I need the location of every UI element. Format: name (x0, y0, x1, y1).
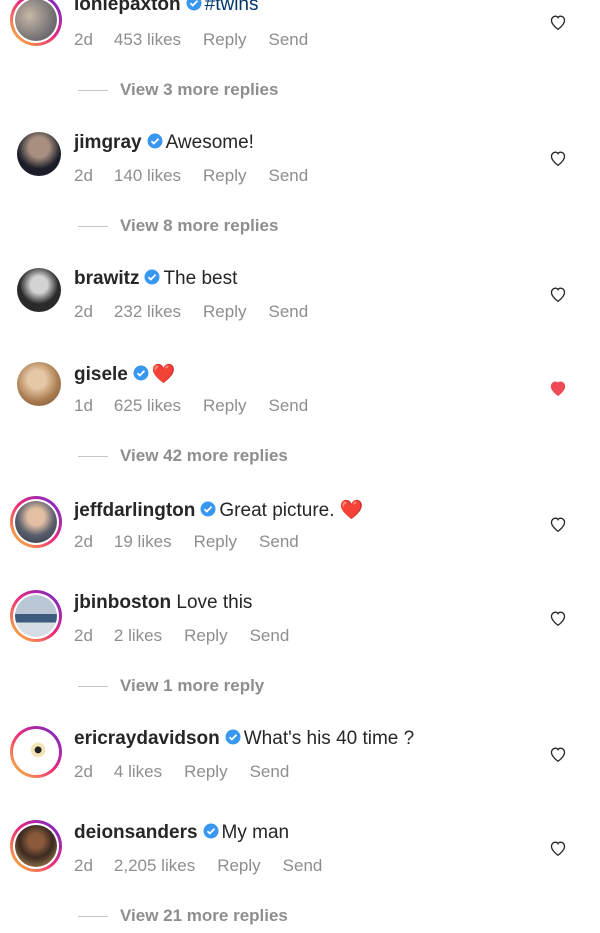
comment-username[interactable]: jeffdarlington (74, 500, 195, 521)
verified-badge-icon (186, 0, 202, 11)
likes-count[interactable]: 2,205 likes (114, 856, 195, 875)
comment-text[interactable]: #twins (205, 0, 259, 15)
comment-text[interactable]: The best (163, 268, 237, 289)
verified-badge-icon (225, 729, 241, 745)
like-heart-icon[interactable] (549, 14, 567, 30)
verified-badge-icon (203, 823, 219, 839)
send-button[interactable]: Send (269, 166, 309, 185)
avatar[interactable] (17, 362, 61, 406)
like-heart-icon[interactable] (549, 610, 567, 626)
send-button[interactable]: Send (250, 626, 290, 645)
avatar[interactable] (17, 132, 61, 176)
comment-text[interactable]: My man (222, 822, 290, 843)
comment-age: 2d (74, 30, 93, 49)
comment-username[interactable]: gisele (74, 364, 128, 385)
comment-text[interactable]: Great picture. ❤️ (219, 500, 363, 521)
send-button[interactable]: Send (269, 396, 309, 415)
like-heart-icon[interactable] (549, 840, 567, 856)
avatar[interactable] (17, 268, 61, 312)
verified-badge-icon (200, 501, 216, 517)
avatar[interactable] (10, 820, 62, 872)
comment-username[interactable]: jimgray (74, 132, 142, 153)
comment-age: 2d (74, 856, 93, 875)
likes-count[interactable]: 232 likes (114, 302, 181, 321)
avatar[interactable] (10, 590, 62, 642)
comment-username[interactable]: jbinboston (74, 592, 171, 613)
reply-button[interactable]: Reply (194, 532, 237, 551)
comment-text[interactable]: What's his 40 time ? (244, 728, 414, 749)
comment-age: 2d (74, 626, 93, 645)
send-button[interactable]: Send (269, 30, 309, 49)
likes-count[interactable]: 625 likes (114, 396, 181, 415)
avatar[interactable] (10, 0, 62, 46)
view-more-replies[interactable]: View 8 more replies (78, 216, 278, 236)
likes-count[interactable]: 2 likes (114, 626, 162, 645)
avatar[interactable] (10, 726, 62, 778)
verified-badge-icon (147, 133, 163, 149)
comment-username[interactable]: loniepaxton (74, 0, 181, 15)
view-more-replies[interactable]: View 42 more replies (78, 446, 288, 466)
likes-count[interactable]: 19 likes (114, 532, 172, 551)
likes-count[interactable]: 453 likes (114, 30, 181, 49)
likes-count[interactable]: 140 likes (114, 166, 181, 185)
reply-button[interactable]: Reply (184, 762, 227, 781)
comment-username[interactable]: ericraydavidson (74, 728, 220, 749)
reply-button[interactable]: Reply (217, 856, 260, 875)
like-heart-icon[interactable] (549, 516, 567, 532)
send-button[interactable]: Send (269, 302, 309, 321)
comment-age: 2d (74, 302, 93, 321)
avatar[interactable] (10, 496, 62, 548)
view-more-replies[interactable]: View 21 more replies (78, 906, 288, 926)
comment-text[interactable]: ❤️ (152, 364, 176, 385)
like-heart-filled-icon[interactable] (549, 380, 567, 396)
comment-age: 2d (74, 166, 93, 185)
reply-button[interactable]: Reply (203, 302, 246, 321)
comment-text[interactable]: Awesome! (166, 132, 254, 153)
view-more-replies[interactable]: View 3 more replies (78, 80, 278, 100)
verified-badge-icon (133, 365, 149, 381)
verified-badge-icon (144, 269, 160, 285)
reply-button[interactable]: Reply (203, 30, 246, 49)
comment-age: 2d (74, 532, 93, 551)
likes-count[interactable]: 4 likes (114, 762, 162, 781)
send-button[interactable]: Send (259, 532, 299, 551)
view-more-replies[interactable]: View 1 more reply (78, 676, 264, 696)
comment-age: 2d (74, 762, 93, 781)
like-heart-icon[interactable] (549, 150, 567, 166)
reply-button[interactable]: Reply (203, 396, 246, 415)
send-button[interactable]: Send (250, 762, 290, 781)
like-heart-icon[interactable] (549, 746, 567, 762)
like-heart-icon[interactable] (549, 286, 567, 302)
reply-button[interactable]: Reply (184, 626, 227, 645)
reply-button[interactable]: Reply (203, 166, 246, 185)
comment-age: 1d (74, 396, 93, 415)
comment-text[interactable]: Love this (176, 592, 252, 613)
comment-username[interactable]: deionsanders (74, 822, 198, 843)
comment-username[interactable]: brawitz (74, 268, 139, 289)
send-button[interactable]: Send (283, 856, 323, 875)
